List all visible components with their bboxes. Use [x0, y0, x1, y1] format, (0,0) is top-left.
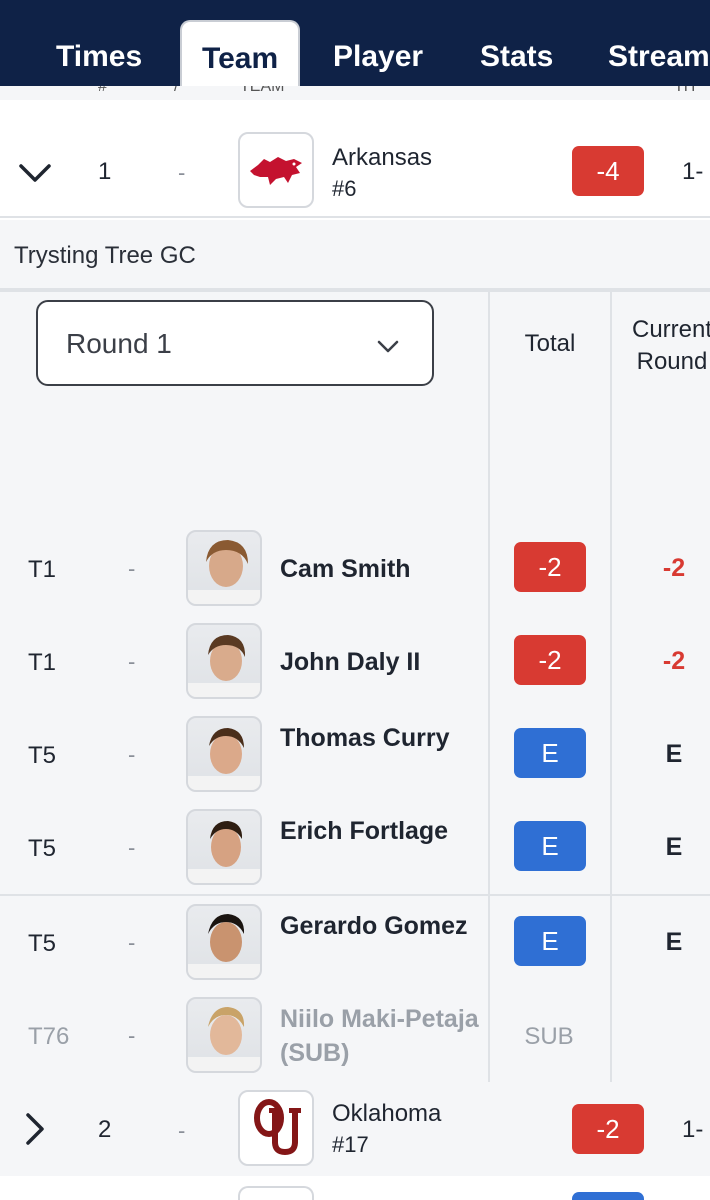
ou-logo [238, 1090, 314, 1166]
player-name[interactable]: Thomas Curry [280, 721, 480, 755]
column-header-current-round: Current Round [631, 316, 710, 375]
team-national-rank: #17 [332, 1132, 369, 1157]
player-name[interactable]: Niilo Maki-Petaja (SUB) [280, 1002, 480, 1070]
player-position: T1 [28, 556, 57, 583]
player-name[interactable]: Cam Smith [280, 552, 480, 586]
player-silhouette-icon [188, 635, 260, 697]
player-name[interactable]: Erich Fortlage [280, 814, 480, 848]
player-name[interactable]: John Daly II [280, 645, 480, 679]
header-rank: # [98, 86, 107, 95]
player-name[interactable]: Gerardo Gomez [280, 909, 480, 943]
player-total-badge: E [514, 821, 586, 871]
course-name: Trysting Tree GC [14, 242, 196, 269]
player-silhouette-icon [188, 540, 260, 604]
leaderboard-column-header: # / TEAM TH [0, 86, 710, 100]
razorback-logo [238, 132, 314, 208]
team-name[interactable]: Arkansas [332, 144, 432, 172]
player-photo [186, 809, 262, 885]
team-thru: 1- [682, 1116, 704, 1143]
round-select-value: Round 1 [66, 328, 172, 359]
header-move: / [174, 86, 179, 95]
tab-player[interactable]: Player [333, 40, 423, 74]
player-position: T5 [28, 930, 57, 957]
tab-times[interactable]: Times [56, 40, 142, 74]
team-thru: 1- [682, 158, 704, 185]
team-score-badge: -4 [572, 146, 644, 196]
course-row: Trysting Tree GC [0, 220, 710, 290]
player-sub-label: SUB [524, 1023, 574, 1050]
player-row[interactable]: T5 - Gerardo Gomez E E [0, 896, 710, 989]
player-position: T76 [28, 1023, 70, 1050]
team-score-badge: -2 [572, 1104, 644, 1154]
team-score-badge-peek [572, 1192, 644, 1200]
team-rank-position: 1 [98, 158, 112, 185]
tab-team[interactable]: Team [180, 20, 301, 96]
player-row-sub[interactable]: T76 - Niilo Maki-Petaja (SUB) SUB [0, 989, 710, 1082]
player-movement: - [128, 649, 136, 674]
team-name[interactable]: Oklahoma [332, 1100, 441, 1128]
player-movement: - [128, 835, 136, 860]
team-row-arkansas[interactable]: 1 - Arkansas #6 -4 1- [0, 122, 710, 218]
team-movement: - [178, 1118, 186, 1143]
player-position: T5 [28, 835, 57, 862]
team-national-rank: #6 [332, 176, 357, 201]
caret-down-icon [377, 340, 399, 353]
column-header-total: Total [524, 330, 576, 357]
player-photo [186, 623, 262, 699]
player-row[interactable]: T5 - Thomas Curry E E [0, 708, 710, 801]
player-current-round: -2 [662, 647, 686, 675]
column-divider [488, 290, 490, 1082]
header-team: TEAM [240, 86, 285, 95]
row-divider [0, 290, 710, 292]
player-silhouette-icon [188, 1007, 260, 1071]
player-row[interactable]: T5 - Erich Fortlage E E [0, 801, 710, 894]
player-current-round: E [665, 833, 683, 861]
player-silhouette-icon [188, 821, 260, 883]
player-row[interactable]: T1 - Cam Smith -2 -2 [0, 522, 710, 615]
player-current-round: E [665, 928, 683, 956]
player-list: T1 - Cam Smith -2 -2 T1 - John Daly II -… [0, 522, 710, 1082]
header-thru: TH [674, 86, 696, 95]
player-silhouette-icon [188, 728, 260, 790]
player-photo [186, 530, 262, 606]
player-silhouette-icon [188, 914, 260, 978]
player-movement: - [128, 1023, 136, 1048]
player-total-badge: -2 [514, 542, 586, 592]
player-photo [186, 997, 262, 1073]
player-current-round: E [665, 740, 683, 768]
player-movement: - [128, 930, 136, 955]
player-total-badge: E [514, 728, 586, 778]
player-photo [186, 904, 262, 980]
player-movement: - [128, 742, 136, 767]
team-movement: - [178, 160, 186, 185]
player-current-round: -2 [662, 554, 686, 582]
ou-monogram-icon [254, 1099, 301, 1156]
top-tab-bar: Times Team Player Stats Stream [0, 0, 710, 96]
tab-stream[interactable]: Stream [608, 40, 710, 74]
player-total-badge: E [514, 916, 586, 966]
player-movement: - [128, 556, 136, 581]
chevron-down-icon[interactable] [18, 156, 52, 190]
tab-stats[interactable]: Stats [480, 40, 553, 74]
player-photo [186, 716, 262, 792]
team-row-oklahoma[interactable]: 2 - Oklahoma #17 -2 1- [0, 1082, 710, 1176]
player-position: T1 [28, 649, 57, 676]
team-rank-position: 2 [98, 1116, 112, 1143]
player-table-header: Round 1 Total Current Round [0, 290, 710, 522]
razorback-icon [250, 157, 302, 185]
round-select[interactable]: Round 1 [36, 300, 434, 386]
team-logo-peek [238, 1186, 314, 1200]
column-divider [610, 290, 612, 1082]
player-total-badge: -2 [514, 635, 586, 685]
player-row[interactable]: T1 - John Daly II -2 -2 [0, 615, 710, 708]
player-position: T5 [28, 742, 57, 769]
chevron-right-icon[interactable] [18, 1112, 52, 1146]
